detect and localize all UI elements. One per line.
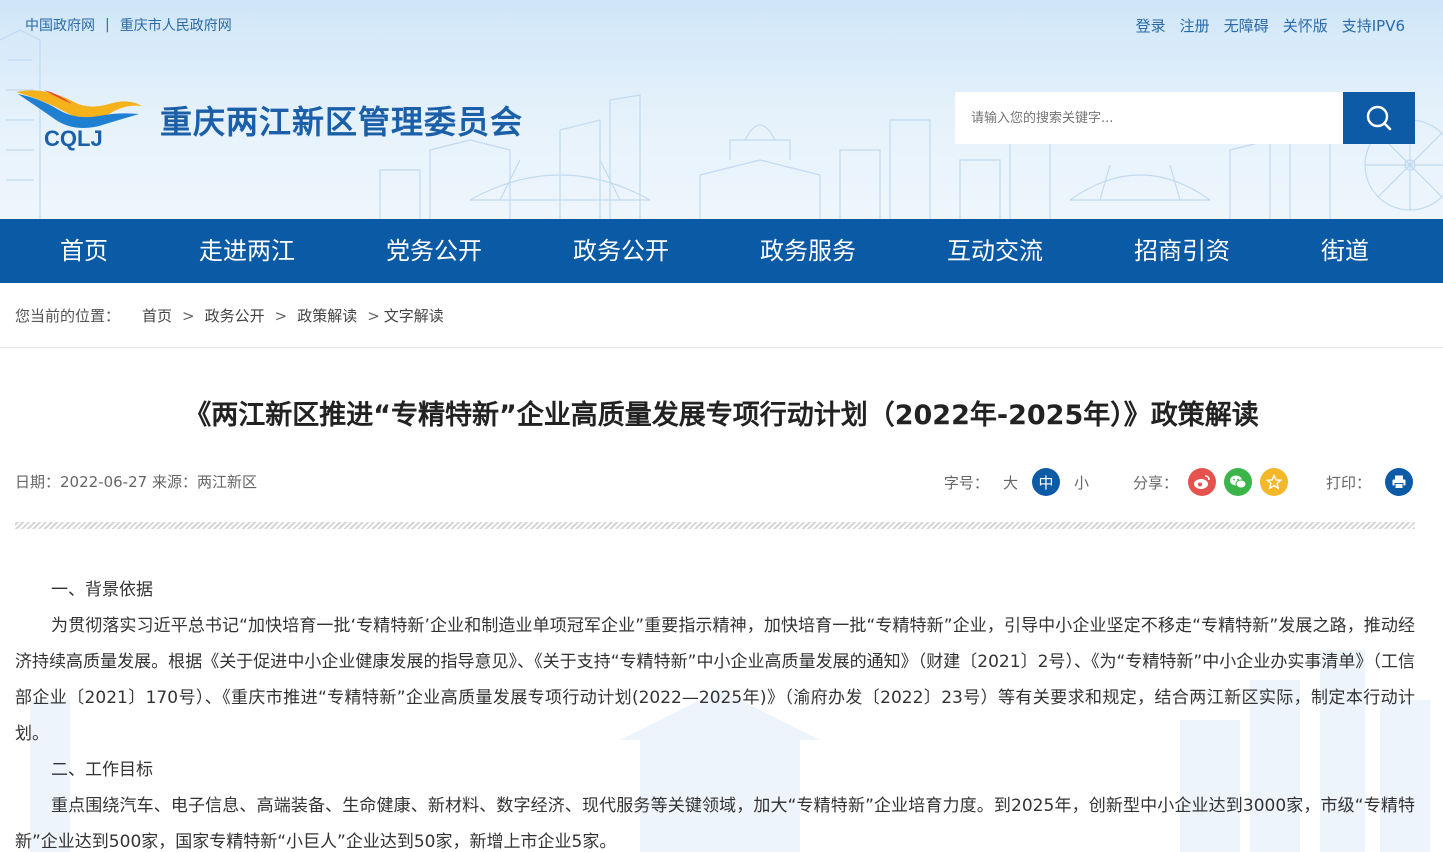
register-link[interactable]: 注册 (1180, 15, 1210, 36)
title-divider-hatch (15, 522, 1415, 529)
font-size-label: 字号： (943, 473, 989, 492)
nav-item-party-affairs[interactable]: 党务公开 (386, 219, 482, 283)
search-input[interactable] (955, 92, 1343, 144)
favorite-button[interactable] (1259, 468, 1288, 496)
nav-item-home[interactable]: 首页 (60, 219, 108, 283)
gov-top-links: 中国政府网 | 重庆市人民政府网 (25, 15, 232, 35)
search-button[interactable] (1343, 92, 1415, 144)
nav-item-government-services[interactable]: 政务服务 (760, 219, 856, 283)
article-meta: 日期：2022-06-27 来源：两江新区 (15, 473, 257, 491)
breadcrumb-government-affairs[interactable]: 政务公开 (205, 305, 265, 326)
main-nav: 首页 走进两江 党务公开 政务公开 政务服务 互动交流 招商引资 街道 (0, 219, 1443, 283)
nav-item-investment[interactable]: 招商引资 (1134, 219, 1230, 283)
section-heading-goals: 二、工作目标 (51, 760, 153, 780)
logo-text: CQLJ (44, 126, 103, 151)
weibo-icon (1193, 475, 1210, 489)
share-label: 分享： (1132, 473, 1178, 492)
breadcrumb-divider (0, 347, 1443, 348)
nav-item-interaction[interactable]: 互动交流 (947, 219, 1043, 283)
breadcrumb-policy-interpretation[interactable]: 政策解读 (297, 305, 357, 326)
nav-item-government-affairs[interactable]: 政务公开 (573, 219, 669, 283)
breadcrumb: 您当前的位置： 首页 > 政务公开 > 政策解读 > 文字解读 (15, 305, 444, 326)
site-header: 中国政府网 | 重庆市人民政府网 登录 注册 无障碍 关怀版 支持IPV6 CQ… (0, 0, 1443, 219)
cqlj-logo[interactable]: CQLJ (14, 84, 144, 152)
wechat-icon (1229, 475, 1247, 489)
user-links: 登录 注册 无障碍 关怀版 支持IPV6 (1136, 15, 1405, 36)
paragraph-goals: 重点围绕汽车、电子信息、高端装备、生命健康、新材料、数字经济、现代服务等关键领域… (15, 796, 1415, 852)
article-tools: 字号： 大 中 小 分享： 打印： (944, 467, 1413, 497)
breadcrumb-home[interactable]: 首页 (142, 305, 172, 326)
top-links-separator: | (105, 17, 110, 33)
share-weibo-button[interactable] (1187, 468, 1216, 496)
breadcrumb-label: 您当前的位置： (15, 307, 121, 325)
section-heading-background: 一、背景依据 (51, 580, 153, 600)
star-icon (1265, 474, 1282, 490)
breadcrumb-separator: > (274, 306, 288, 325)
search-icon (1366, 105, 1392, 131)
article-title: 《两江新区推进“专精特新”企业高质量发展专项行动计划（2022年-2025年）》… (184, 400, 1259, 431)
font-size-large[interactable]: 大 (1003, 472, 1018, 493)
share-wechat-button[interactable] (1223, 468, 1252, 496)
print-button[interactable] (1385, 468, 1413, 496)
print-label: 打印： (1325, 473, 1371, 492)
gov-link-national[interactable]: 中国政府网 (25, 15, 95, 35)
font-size-medium[interactable]: 中 (1031, 468, 1060, 496)
elderly-mode-link[interactable]: 关怀版 (1283, 15, 1328, 36)
breadcrumb-text-interpretation[interactable]: 文字解读 (384, 305, 444, 326)
breadcrumb-separator: > (182, 306, 195, 325)
article-content: 一、背景依据 为贯彻落实习近平总书记“加快培育一批‘专精特新’企业和制造业单项冠… (15, 572, 1415, 852)
font-size-small[interactable]: 小 (1074, 472, 1089, 493)
accessibility-link[interactable]: 无障碍 (1224, 15, 1269, 36)
breadcrumb-separator: > (367, 306, 380, 325)
ipv6-link[interactable]: 支持IPV6 (1342, 15, 1405, 36)
nav-item-about[interactable]: 走进两江 (199, 219, 295, 283)
nav-item-streets[interactable]: 街道 (1321, 219, 1369, 283)
print-icon (1392, 475, 1406, 489)
gov-link-chongqing[interactable]: 重庆市人民政府网 (120, 15, 232, 35)
login-link[interactable]: 登录 (1136, 15, 1166, 36)
site-title[interactable]: 重庆两江新区管理委员会 (160, 97, 523, 143)
paragraph-background: 为贯彻落实习近平总书记“加快培育一批‘专精特新’企业和制造业单项冠军企业”重要指… (15, 616, 1415, 744)
